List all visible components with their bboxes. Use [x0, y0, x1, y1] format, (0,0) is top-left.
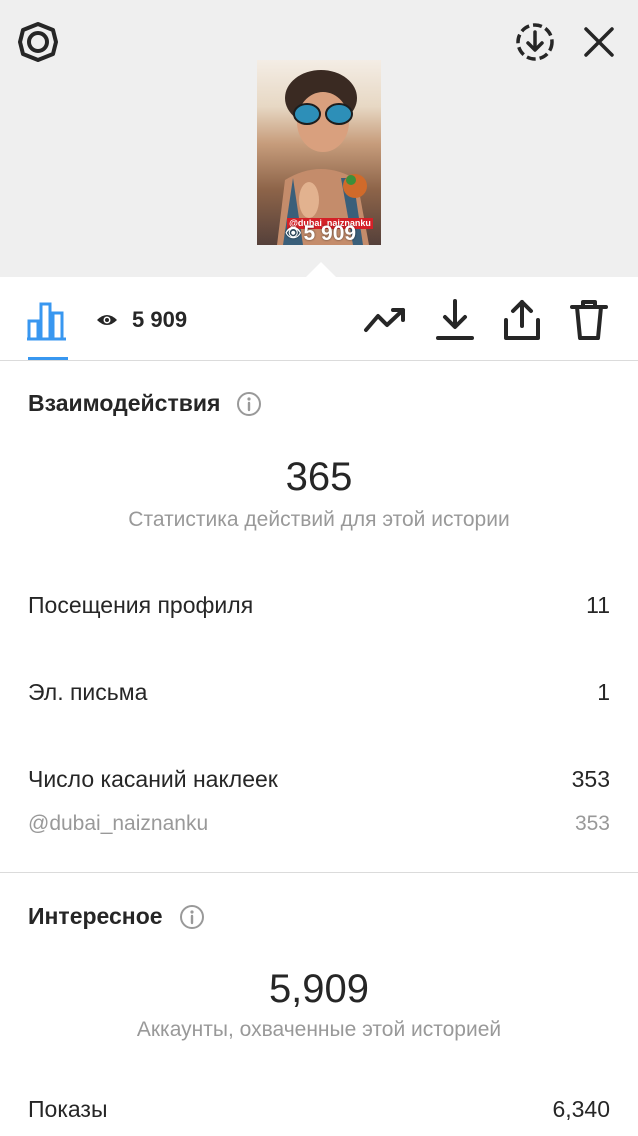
download-circle-icon [516, 23, 554, 61]
discovery-total: 5,909 [268, 967, 370, 1011]
thumbnail-pointer [305, 262, 337, 278]
stat-row-sticker-taps: Число касаний наклеек 353 [28, 763, 610, 795]
stat-row-sticker-mention: @dubai_naiznanku 353 [28, 808, 610, 840]
stat-label: Посещения профиля [28, 591, 254, 618]
section-divider [0, 872, 638, 873]
thumbnail-views: 👁5 909 [285, 222, 356, 245]
info-icon[interactable] [236, 391, 262, 417]
download-button[interactable] [432, 297, 478, 343]
views-count-value: 5 909 [132, 307, 188, 332]
settings-icon [18, 22, 58, 62]
share-icon [504, 300, 540, 340]
stat-sub-value: 353 [574, 812, 610, 835]
stat-label: Число касаний наклеек [28, 765, 278, 792]
story-toolbar: 5 909 [0, 277, 638, 361]
save-story-button[interactable] [510, 18, 560, 66]
info-icon[interactable] [179, 904, 205, 930]
stat-value: 353 [571, 765, 610, 792]
stat-label: Эл. письма [28, 678, 148, 705]
trend-icon [364, 308, 405, 332]
promote-button[interactable] [362, 297, 408, 343]
interactions-title: Взаимодействия [28, 390, 221, 416]
delete-button[interactable] [566, 297, 612, 343]
thumbnail-views-value: 5 909 [303, 222, 357, 245]
settings-button[interactable] [14, 18, 62, 66]
insights-tab[interactable] [24, 299, 70, 343]
interactions-description: Статистика действий для этой истории [128, 508, 510, 531]
close-icon [584, 27, 614, 57]
insights-bar-chart-icon [27, 302, 66, 341]
discovery-description: Аккаунты, охваченные этой историей [136, 1018, 502, 1041]
story-preview-area: @dubai_naiznanku 👁5 909 [0, 0, 638, 277]
stat-row-profile-visits: Посещения профиля 11 [28, 589, 610, 621]
stat-value: 6,340 [552, 1095, 610, 1122]
story-thumbnail[interactable]: @dubai_naiznanku 👁5 909 [257, 60, 381, 245]
trash-icon [570, 300, 608, 340]
interactions-total: 365 [285, 455, 353, 499]
active-tab-indicator [28, 357, 68, 360]
close-button[interactable] [574, 18, 624, 66]
eye-icon [97, 315, 117, 325]
discovery-heading: Интересное [28, 903, 205, 930]
stat-row-impressions: Показы 6,340 [28, 1093, 610, 1125]
download-icon [436, 299, 474, 340]
stat-value: 1 [597, 678, 610, 705]
viewers-button[interactable]: 5 909 [96, 307, 187, 333]
stat-sub-label: @dubai_naiznanku [28, 812, 209, 835]
share-button[interactable] [499, 297, 545, 343]
stat-row-emails: Эл. письма 1 [28, 676, 610, 708]
discovery-title: Интересное [28, 903, 163, 929]
stat-value: 11 [586, 591, 610, 618]
eye-icon: 👁 [285, 225, 302, 240]
stat-label: Показы [28, 1095, 108, 1122]
interactions-heading: Взаимодействия [28, 390, 262, 417]
